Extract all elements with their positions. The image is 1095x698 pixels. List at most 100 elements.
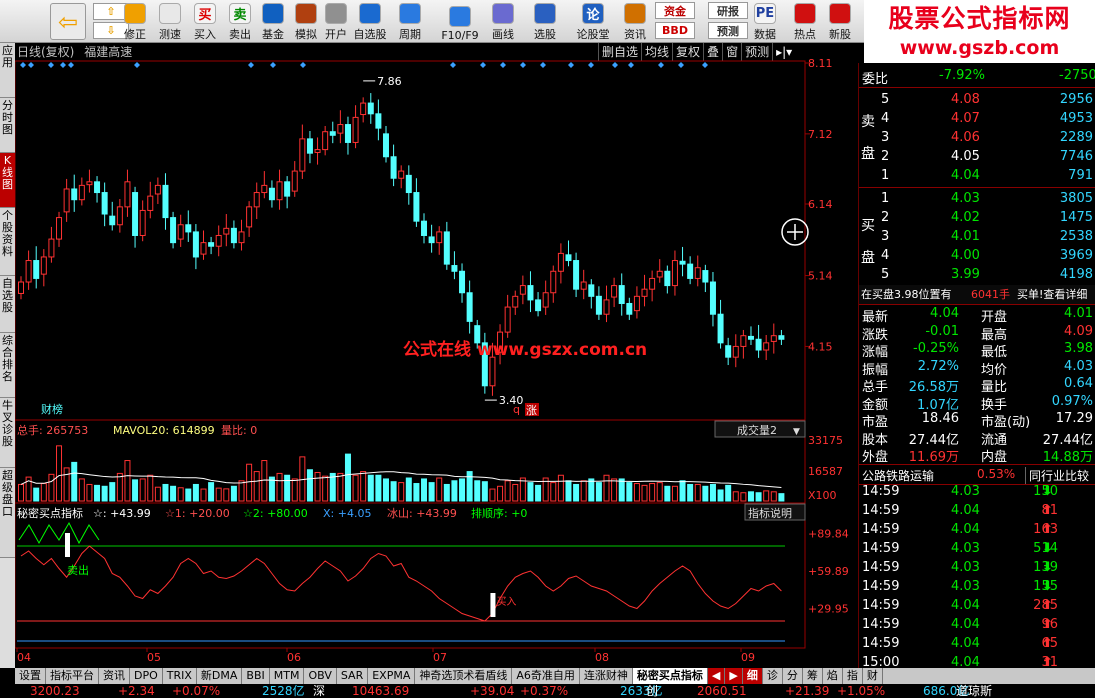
candle-body[interactable] <box>618 285 625 304</box>
candle-body[interactable] <box>702 270 709 283</box>
candle-body[interactable] <box>633 295 640 312</box>
candle-body[interactable] <box>489 356 496 387</box>
candle-body[interactable] <box>56 217 63 240</box>
quote-tab-2[interactable]: 分 <box>783 668 803 684</box>
candle-body[interactable] <box>459 270 466 294</box>
candle-body[interactable] <box>94 181 101 194</box>
candle-body[interactable] <box>299 138 306 172</box>
candle-body[interactable] <box>230 227 237 244</box>
candle-body[interactable] <box>413 192 420 222</box>
indicator-tab-13[interactable]: 连涨财神 <box>580 668 633 684</box>
ask-row[interactable]: 2 4.05 7746 <box>859 148 1095 167</box>
candle-body[interactable] <box>352 116 359 143</box>
candle-body[interactable] <box>428 236 435 244</box>
candle-body[interactable] <box>390 156 397 179</box>
candle-body[interactable] <box>375 113 382 129</box>
position-info-row[interactable]: 在买盘3.98位置有 6041手 买单!查看详细 <box>859 285 1095 304</box>
ask-row[interactable]: 5 4.08 2956 <box>859 91 1095 110</box>
event-diamond-icon[interactable] <box>520 62 526 68</box>
candle-body[interactable] <box>177 224 184 240</box>
stock-chart[interactable]: 8.117.126.145.144.157.863.40财榜 q 涨公式在线 www… <box>15 43 858 668</box>
event-diamond-icon[interactable] <box>540 62 546 68</box>
candle-body[interactable] <box>25 260 32 283</box>
toolbar-forum-button[interactable]: 论论股堂 <box>576 2 610 42</box>
candle-body[interactable] <box>694 267 701 279</box>
candle-body[interactable] <box>337 124 344 134</box>
ask-row[interactable]: 1 4.04 791 <box>859 167 1095 186</box>
indicator-tab-8[interactable]: OBV <box>304 668 337 684</box>
candle-body[interactable] <box>86 181 93 186</box>
bid-row[interactable]: 2 4.02 1475 <box>859 209 1095 228</box>
candle-body[interactable] <box>253 192 260 208</box>
toolbar-pen-button[interactable]: 画线 <box>486 2 520 42</box>
candle-body[interactable] <box>535 299 542 312</box>
candle-body[interactable] <box>48 238 55 258</box>
forecast-button[interactable]: 预测 <box>708 22 748 39</box>
indicator-tab-5[interactable]: 新DMA <box>197 668 243 684</box>
candle-body[interactable] <box>725 345 732 358</box>
indicator-tab-10[interactable]: EXPMA <box>368 668 416 684</box>
candle-body[interactable] <box>580 281 587 290</box>
fund-flow-button[interactable]: 资金 <box>655 2 695 19</box>
candle-body[interactable] <box>709 281 716 315</box>
research-button[interactable]: 研报 <box>708 2 748 19</box>
left-tab-5[interactable]: 综合排名 <box>0 333 15 398</box>
bid-row[interactable]: 5 3.99 4198 <box>859 266 1095 285</box>
left-tab-0[interactable]: 应用 <box>0 43 15 98</box>
indicator-tab-1[interactable]: 指标平台 <box>46 668 99 684</box>
candle-body[interactable] <box>139 209 146 236</box>
ask-row[interactable]: 4 4.07 4953 <box>859 110 1095 129</box>
left-tab-3[interactable]: 个股资料 <box>0 208 15 276</box>
candle-body[interactable] <box>405 174 412 194</box>
indicator-tab-3[interactable]: DPO <box>130 668 163 684</box>
toolbar-f10-button[interactable]: F10/F9 <box>438 2 482 42</box>
left-tab-6[interactable]: 牛叉诊股 <box>0 398 15 468</box>
toolbar-newstock-button[interactable]: 新股 <box>823 2 857 42</box>
candle-body[interactable] <box>132 192 139 236</box>
indicator-tab-9[interactable]: SAR <box>337 668 369 684</box>
candle-body[interactable] <box>542 292 549 308</box>
left-tab-1[interactable]: 分时图 <box>0 98 15 153</box>
event-diamond-icon[interactable] <box>568 62 574 68</box>
candle-body[interactable] <box>33 260 40 279</box>
quote-tab-0[interactable]: 细 <box>742 668 763 684</box>
candle-body[interactable] <box>557 252 564 272</box>
toolbar-refresh-button[interactable]: 修正 <box>118 2 152 42</box>
candle-body[interactable] <box>740 335 747 347</box>
quote-tab-3[interactable]: 筹 <box>803 668 823 684</box>
quote-tab-4[interactable]: 焰 <box>823 668 843 684</box>
candle-body[interactable] <box>344 124 351 143</box>
candle-body[interactable] <box>101 192 108 215</box>
candle-body[interactable] <box>63 188 70 213</box>
candle-body[interactable] <box>78 184 85 201</box>
bid-row[interactable]: 1 4.03 3805 <box>859 190 1095 209</box>
candle-body[interactable] <box>223 227 230 235</box>
event-diamond-icon[interactable] <box>450 62 456 68</box>
candle-body[interactable] <box>291 170 298 192</box>
candle-body[interactable] <box>595 295 602 315</box>
event-diamond-icon[interactable] <box>28 62 34 68</box>
candle-body[interactable] <box>246 206 253 228</box>
candle-body[interactable] <box>306 138 313 154</box>
event-diamond-icon[interactable] <box>134 62 140 68</box>
tab-scroll-right-icon[interactable]: ▶ <box>725 668 743 684</box>
candle-body[interactable] <box>588 284 595 297</box>
event-diamond-icon[interactable] <box>68 62 74 68</box>
toolbar-sell-button[interactable]: 卖卖出 <box>223 2 257 42</box>
candle-body[interactable] <box>40 256 47 275</box>
bbd-button[interactable]: BBD <box>655 22 695 39</box>
candle-body[interactable] <box>18 281 24 294</box>
candle-body[interactable] <box>398 170 405 179</box>
event-diamond-icon[interactable] <box>48 62 54 68</box>
indicator-tab-11[interactable]: 神奇选顶术看盾线 <box>415 668 513 684</box>
event-diamond-icon[interactable] <box>628 62 634 68</box>
candle-body[interactable] <box>466 292 473 322</box>
event-diamond-icon[interactable] <box>248 62 254 68</box>
toolbar-select-button[interactable]: 选股 <box>528 2 562 42</box>
candle-body[interactable] <box>656 270 663 278</box>
candle-body[interactable] <box>329 131 336 136</box>
event-diamond-icon[interactable] <box>588 62 594 68</box>
candle-body[interactable] <box>147 195 154 211</box>
indicator-tab-6[interactable]: BBI <box>242 668 270 684</box>
candle-body[interactable] <box>671 260 678 287</box>
